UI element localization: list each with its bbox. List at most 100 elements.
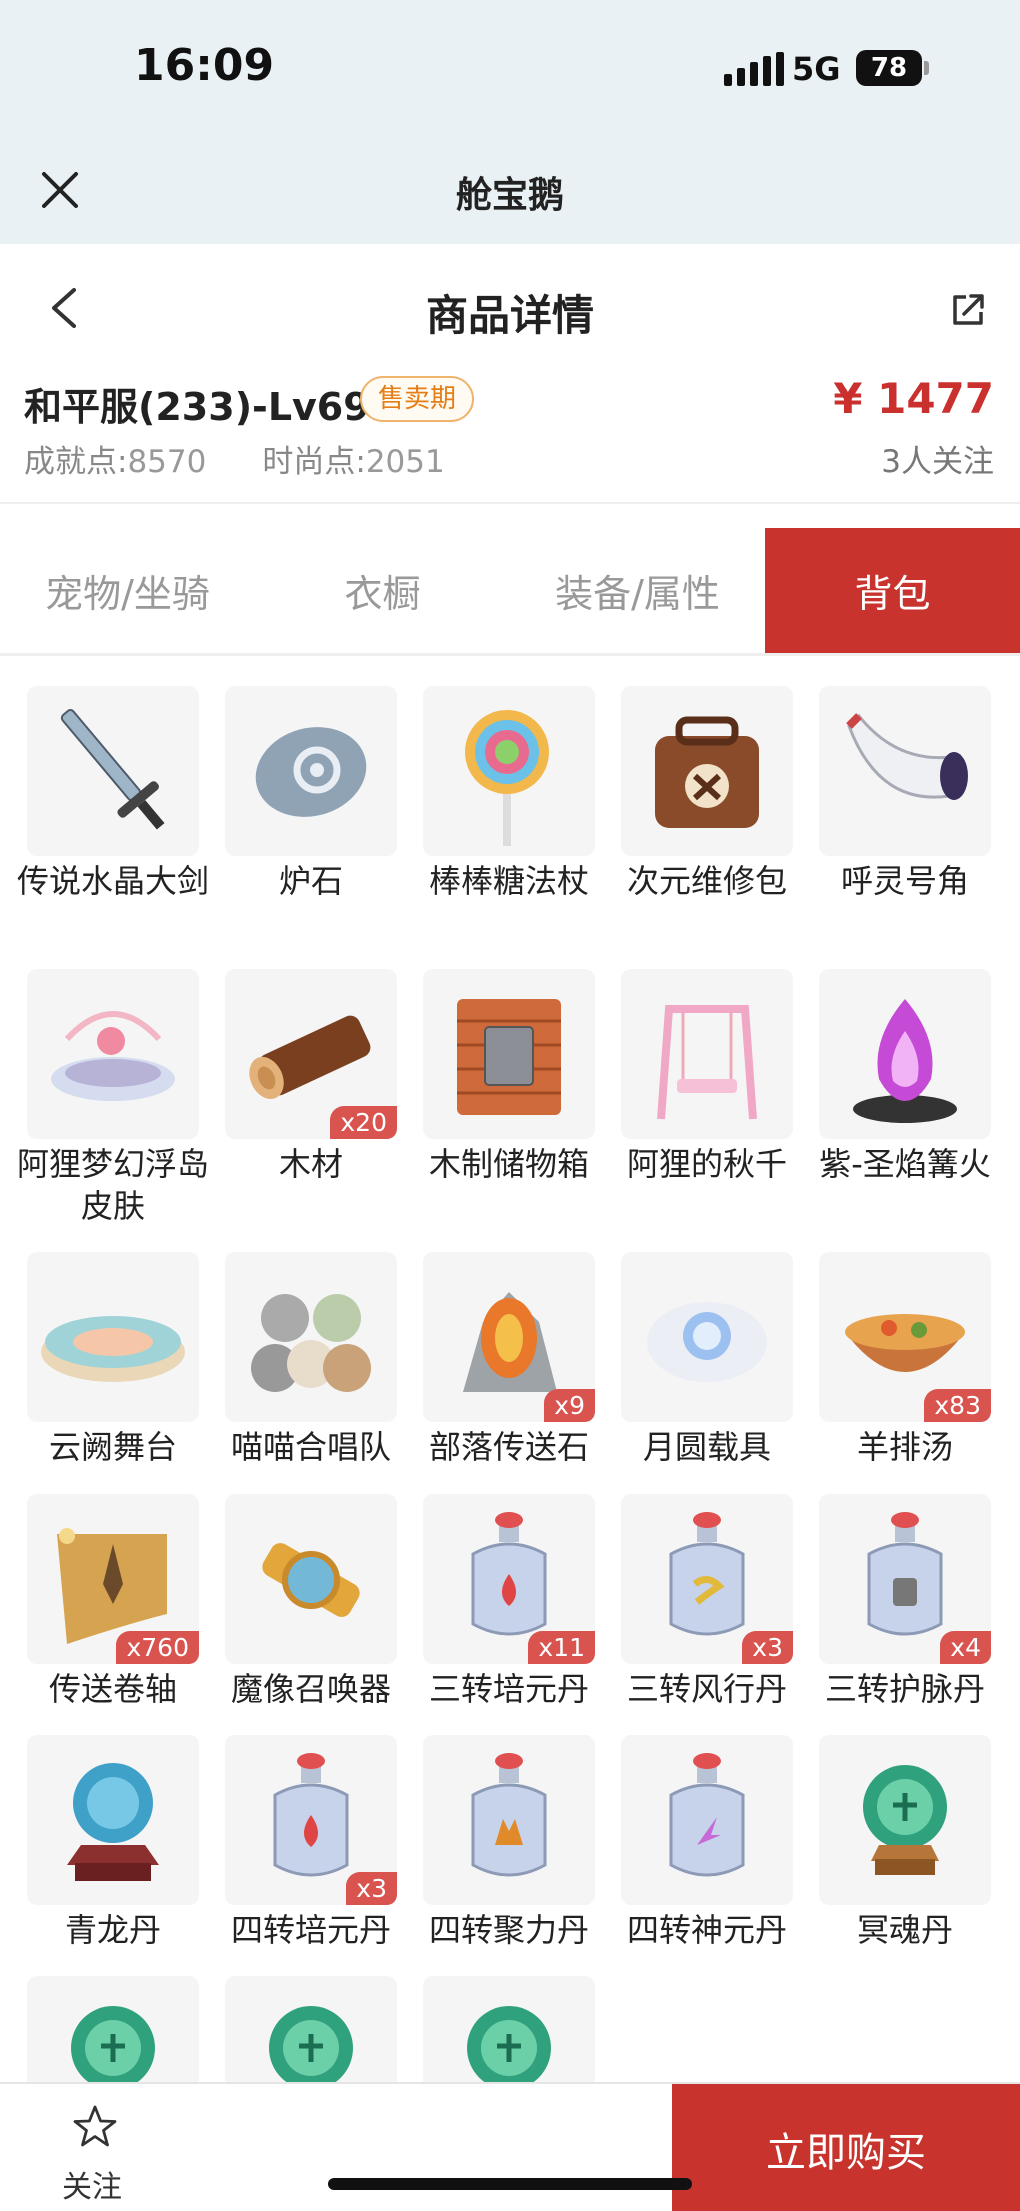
tab-backpack[interactable]: 背包 — [765, 528, 1020, 653]
share-icon[interactable] — [950, 292, 986, 328]
mini-app-title: 舱宝鹅 — [455, 175, 564, 216]
signal-icon — [724, 52, 784, 86]
item-card[interactable]: x3 四转培元丹 — [225, 1735, 397, 1951]
item-thumbnail[interactable]: x3 — [621, 1494, 793, 1664]
item-thumbnail[interactable] — [621, 1735, 793, 1905]
follow-label[interactable]: 关注 — [62, 2162, 122, 2206]
item-card[interactable]: x9 部落传送石 — [423, 1252, 595, 1468]
item-name: 四转神元丹 — [626, 1911, 787, 1949]
item-name: 三转护脉丹 — [824, 1670, 985, 1708]
item-card[interactable]: 青龙丹 — [27, 1735, 199, 1951]
item-card[interactable]: 木制储物箱 — [423, 969, 595, 1185]
item-thumbnail[interactable] — [423, 1735, 595, 1905]
item-name: 次元维修包 — [626, 862, 787, 900]
fashion-label: 时尚点: — [262, 444, 366, 480]
item-thumbnail[interactable]: x760 — [27, 1494, 199, 1664]
item-thumbnail[interactable]: x4 — [819, 1494, 991, 1664]
item-card[interactable]: 四转聚力丹 — [423, 1735, 595, 1951]
item-thumbnail[interactable] — [225, 1252, 397, 1422]
item-thumbnail[interactable] — [225, 1494, 397, 1664]
item-thumbnail[interactable]: x9 — [423, 1252, 595, 1422]
achievement-label: 成就点: — [24, 444, 128, 480]
item-count-badge: x11 — [528, 1631, 595, 1664]
item-name: 羊排汤 — [856, 1428, 953, 1466]
moon-vehicle-icon — [647, 1302, 767, 1382]
item-thumbnail[interactable] — [225, 686, 397, 856]
item-name: 三转培元丹 — [428, 1670, 589, 1708]
star-icon[interactable] — [72, 2104, 118, 2150]
tab-equipment[interactable]: 装备/属性 — [510, 528, 765, 653]
item-count-badge: x3 — [346, 1872, 397, 1905]
item-card[interactable]: 阿狸梦幻浮岛皮肤 — [17, 969, 209, 1227]
item-name: 呼灵号角 — [840, 862, 969, 900]
item-name: 传送卷轴 — [48, 1670, 177, 1708]
price: ¥ 1477 — [833, 374, 994, 423]
item-card[interactable]: x760 传送卷轴 — [27, 1494, 199, 1710]
item-card[interactable]: 喵喵合唱队 — [225, 1252, 397, 1468]
stage-icon — [41, 1316, 185, 1382]
sword-icon — [60, 709, 165, 830]
dragon-orb-icon — [67, 1763, 159, 1881]
item-thumbnail[interactable] — [27, 686, 199, 856]
item-thumbnail[interactable]: x20 — [225, 969, 397, 1139]
item-thumbnail[interactable] — [27, 1252, 199, 1422]
item-thumbnail[interactable] — [27, 1735, 199, 1905]
page-title: 商品详情 — [425, 291, 594, 340]
floating-island-icon — [51, 1011, 175, 1101]
wooden-crate-icon — [457, 999, 561, 1115]
item-card[interactable]: x4 三转护脉丹 — [819, 1494, 991, 1710]
item-name: 四转聚力丹 — [428, 1911, 589, 1949]
item-card[interactable]: x3 三转风行丹 — [621, 1494, 793, 1710]
item-card[interactable]: x83 羊排汤 — [819, 1252, 991, 1468]
followers-count: 3人关注 — [881, 444, 994, 480]
item-thumbnail[interactable] — [621, 686, 793, 856]
item-thumbnail[interactable]: x3 — [225, 1735, 397, 1905]
buy-now-button[interactable]: 立即购买 — [672, 2084, 1020, 2211]
potion-orange-icon — [471, 1753, 547, 1877]
item-thumbnail[interactable] — [621, 969, 793, 1139]
item-card[interactable]: 紫-圣焰篝火 — [819, 969, 991, 1185]
swing-icon — [657, 1005, 757, 1120]
item-thumbnail[interactable] — [27, 969, 199, 1139]
item-card[interactable]: x11 三转培元丹 — [423, 1494, 595, 1710]
item-name: 喵喵合唱队 — [230, 1428, 391, 1466]
item-card[interactable]: 云阙舞台 — [27, 1252, 199, 1468]
item-thumbnail[interactable]: x11 — [423, 1494, 595, 1664]
item-card[interactable]: 炉石 — [225, 686, 397, 902]
item-card[interactable]: 次元维修包 — [621, 686, 793, 902]
item-thumbnail[interactable] — [819, 969, 991, 1139]
item-thumbnail[interactable]: x83 — [819, 1252, 991, 1422]
item-card[interactable]: 棒棒糖法杖 — [423, 686, 595, 902]
item-card[interactable]: 阿狸的秋千 — [621, 969, 793, 1185]
battery-tip — [924, 61, 929, 75]
item-card[interactable]: 呼灵号角 — [819, 686, 991, 902]
bonfire-icon — [853, 999, 957, 1123]
item-name: 三转风行丹 — [626, 1670, 787, 1708]
item-card[interactable]: 魔像召唤器 — [225, 1494, 397, 1710]
item-card[interactable]: x20 木材 — [225, 969, 397, 1185]
product-name: 和平服(233)-Lv69 — [24, 385, 370, 429]
status-time: 16:09 — [134, 40, 275, 91]
item-card[interactable]: 传说水晶大剑 — [17, 686, 209, 902]
item-name: 四转培元丹 — [230, 1911, 391, 1949]
tab-wardrobe[interactable]: 衣橱 — [255, 528, 510, 653]
item-thumbnail[interactable] — [423, 686, 595, 856]
item-card[interactable]: 冥魂丹 — [819, 1735, 991, 1951]
item-thumbnail[interactable] — [819, 1735, 991, 1905]
tab-pets-mounts[interactable]: 宠物/坐骑 — [0, 528, 255, 653]
item-count-badge: x20 — [330, 1106, 397, 1139]
golem-summoner-icon — [262, 1543, 360, 1617]
item-count-badge: x9 — [544, 1389, 595, 1422]
item-name: 青龙丹 — [64, 1911, 161, 1949]
horn-icon — [846, 713, 968, 800]
item-thumbnail[interactable] — [423, 969, 595, 1139]
item-thumbnail[interactable] — [621, 1252, 793, 1422]
tab-bar: 宠物/坐骑 衣橱 装备/属性 背包 — [0, 528, 1020, 656]
item-name: 阿狸的秋千 — [626, 1145, 787, 1183]
hearthstone-icon — [255, 727, 367, 817]
item-card[interactable]: 四转神元丹 — [621, 1735, 793, 1951]
product-stats: 成就点:8570 时尚点:2051 — [24, 436, 445, 481]
page-header: 商品详情 — [0, 244, 1020, 370]
item-thumbnail[interactable] — [819, 686, 991, 856]
item-card[interactable]: 月圆载具 — [621, 1252, 793, 1468]
